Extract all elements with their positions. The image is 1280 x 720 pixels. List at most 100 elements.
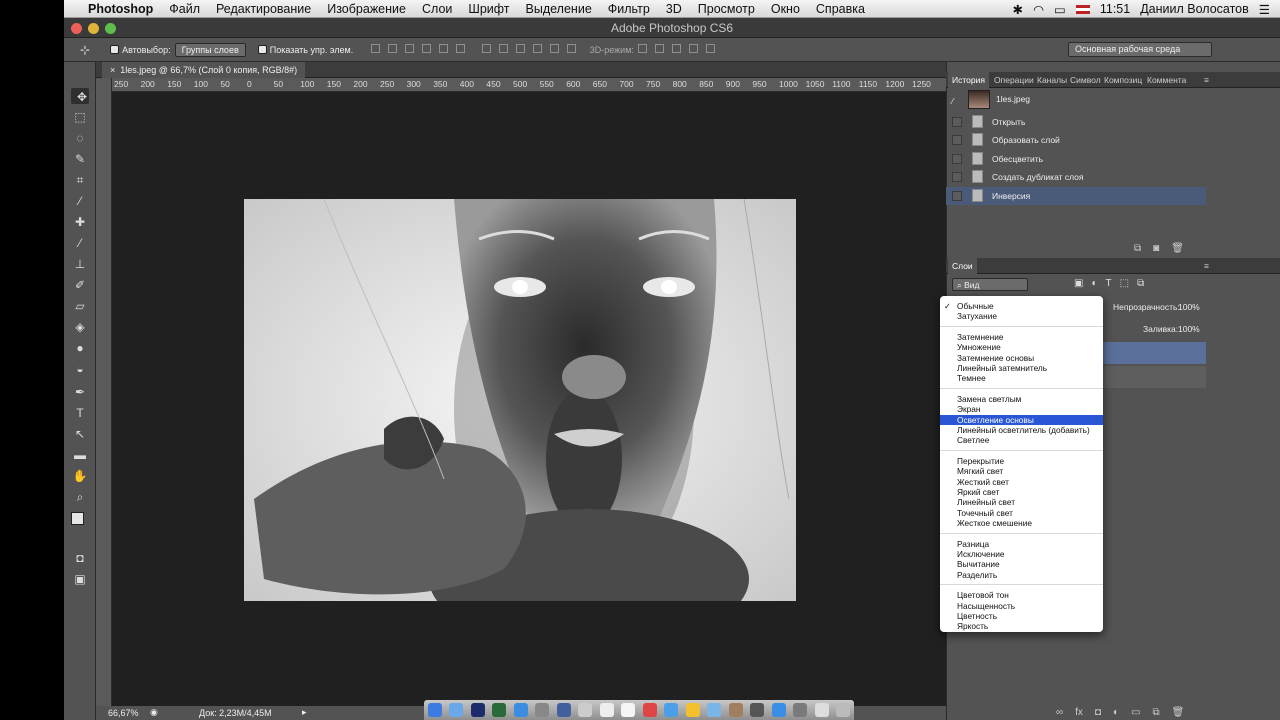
tab-comps[interactable]: Композиц [1104, 75, 1142, 85]
path-select-tool-icon[interactable]: ↖ [71, 426, 89, 442]
fx-icon[interactable]: fx [1075, 707, 1083, 718]
blend-mode-option[interactable]: Линейный осветлитель (добавить) [940, 425, 1103, 435]
menu-file[interactable]: Файл [161, 2, 208, 16]
folder-icon[interactable]: ▭ [1131, 707, 1140, 718]
blend-mode-option[interactable]: Умножение [940, 342, 1103, 352]
history-step[interactable]: Открыть [946, 113, 1206, 131]
downloads-icon[interactable] [814, 703, 829, 717]
close-tab-icon[interactable]: × [110, 65, 115, 75]
blend-mode-option[interactable]: Жесткий свет [940, 477, 1103, 487]
notes-icon[interactable] [578, 703, 593, 717]
blend-mode-option[interactable]: Цветность [940, 611, 1103, 621]
history-brush-tool-icon[interactable]: ✐ [71, 277, 89, 293]
calendar-icon[interactable] [599, 703, 614, 717]
layer-row-selected[interactable] [1103, 342, 1206, 364]
blend-mode-option[interactable]: Затемнение [940, 332, 1103, 342]
move-tool-icon[interactable]: ✥ [71, 88, 89, 104]
status-arrow-icon[interactable]: ▸ [302, 707, 307, 718]
type-tool-icon[interactable]: T [71, 405, 89, 421]
blend-mode-option[interactable]: Разница [940, 539, 1103, 549]
workspace-select[interactable]: Основная рабочая среда [1068, 42, 1212, 57]
autoselect-checkbox[interactable] [110, 45, 120, 54]
quick-select-tool-icon[interactable]: ✎ [71, 151, 89, 167]
eraser-tool-icon[interactable]: ▱ [71, 298, 89, 314]
messages-icon[interactable] [707, 703, 722, 717]
blend-mode-option[interactable]: Цветовой тон [940, 590, 1103, 600]
blend-mode-option[interactable]: Жесткое смешение [940, 518, 1103, 528]
chrome-icon[interactable] [771, 703, 786, 717]
fill-value[interactable]: 100% [1178, 324, 1200, 334]
shape-filter-icon[interactable]: ⬚ [1120, 278, 1129, 289]
blend-mode-option[interactable]: Линейный свет [940, 497, 1103, 507]
layer-filter-select[interactable]: ⌕ Вид [952, 278, 1028, 291]
hand-tool-icon[interactable]: ✋ [71, 468, 89, 484]
itunes-icon[interactable] [642, 703, 657, 717]
history-step[interactable]: Обесцветить [946, 150, 1206, 168]
blend-mode-option[interactable]: Насыщенность [940, 601, 1103, 611]
zoom-tool-icon[interactable]: ⌕ [71, 489, 89, 505]
panel-menu-icon[interactable]: ≡ [1204, 75, 1209, 85]
trash-icon[interactable]: 🗑 [1172, 707, 1185, 718]
pixel-filter-icon[interactable]: ▣ [1074, 278, 1083, 289]
menu-3d[interactable]: 3D [658, 2, 690, 16]
document-tab[interactable]: × 1les.jpeg @ 66,7% (Слой 0 копия, RGB/8#… [102, 62, 306, 78]
blend-mode-option[interactable]: Линейный затемнитель [940, 363, 1103, 373]
paint-bucket-tool-icon[interactable]: ◈ [71, 319, 89, 335]
appstore-icon[interactable] [513, 703, 528, 717]
bluetooth-icon[interactable]: ✱ [1013, 2, 1023, 17]
new-document-icon[interactable]: ⧉ [1134, 243, 1141, 254]
tab-character[interactable]: Символ [1070, 75, 1101, 85]
blend-mode-dropdown[interactable]: ✓ Обычные Затухание Затемнение Умножение Зате… [940, 296, 1103, 632]
adium-icon[interactable] [685, 703, 700, 717]
tab-actions[interactable]: Операции [994, 75, 1034, 85]
close-window-button[interactable] [71, 23, 82, 34]
battery-icon[interactable]: ▭ [1054, 2, 1066, 17]
new-layer-icon[interactable]: ⧉ [1152, 707, 1159, 718]
history-step-active[interactable]: Инверсия [946, 187, 1206, 205]
blend-mode-option[interactable]: ✓ Обычные [940, 301, 1103, 311]
healing-tool-icon[interactable]: ✚ [71, 214, 89, 230]
minimize-window-button[interactable] [88, 23, 99, 34]
opacity-value[interactable]: 100% [1178, 302, 1200, 312]
blend-mode-option[interactable]: Яркость [940, 621, 1103, 631]
align-icons[interactable] [367, 44, 580, 55]
history-step[interactable]: Образовать слой [946, 131, 1206, 149]
screen-mode-icon[interactable]: ▣ [71, 571, 89, 587]
tab-history[interactable]: История [948, 72, 989, 88]
safari-icon[interactable] [449, 703, 464, 717]
tab-channels[interactable]: Каналы [1037, 75, 1067, 85]
inverted-portrait-image[interactable] [244, 199, 796, 601]
shape-tool-icon[interactable]: ▬ [71, 447, 89, 463]
blend-mode-option[interactable]: Затухание [940, 311, 1103, 321]
3d-icons[interactable] [634, 44, 719, 55]
finder-icon[interactable] [427, 703, 442, 717]
blend-mode-option[interactable]: Разделить [940, 570, 1103, 580]
wifi-icon[interactable]: ◠ [1033, 2, 1044, 17]
iphoto-icon[interactable] [750, 703, 765, 717]
type-filter-icon[interactable]: T [1106, 278, 1112, 289]
crop-tool-icon[interactable]: ⌗ [71, 172, 89, 188]
blend-mode-option[interactable]: Экран [940, 404, 1103, 414]
photoshop-icon[interactable] [470, 703, 485, 717]
user-name[interactable]: Даниил Волосатов [1140, 2, 1249, 16]
camera-icon[interactable]: ◙ [1153, 243, 1159, 254]
autoselect-select[interactable]: Группы слоев [174, 42, 246, 57]
blend-mode-option[interactable]: Светлее [940, 435, 1103, 445]
settings-icon[interactable] [793, 703, 808, 717]
blend-mode-option[interactable]: Вычитание [940, 559, 1103, 569]
blend-mode-option[interactable]: Осветление основы [940, 414, 1103, 425]
menu-filter[interactable]: Фильтр [600, 2, 658, 16]
blend-mode-option[interactable]: Перекрытие [940, 456, 1103, 466]
menu-view[interactable]: Просмотр [690, 2, 763, 16]
color-swatches[interactable] [71, 512, 90, 534]
layer-row[interactable] [1103, 366, 1206, 388]
layers-menu-icon[interactable]: ≡ [1204, 261, 1209, 271]
menu-help[interactable]: Справка [808, 2, 873, 16]
skype-icon[interactable] [664, 703, 679, 717]
move-tool-icon[interactable]: ⊹ [80, 43, 90, 57]
adjustment-icon[interactable]: ◐ [1113, 707, 1119, 718]
trash-dock-icon[interactable] [836, 703, 851, 717]
blend-mode-option[interactable]: Яркий свет [940, 487, 1103, 497]
flag-icon[interactable] [1075, 4, 1090, 14]
link-icon[interactable]: ∞ [1056, 707, 1063, 718]
